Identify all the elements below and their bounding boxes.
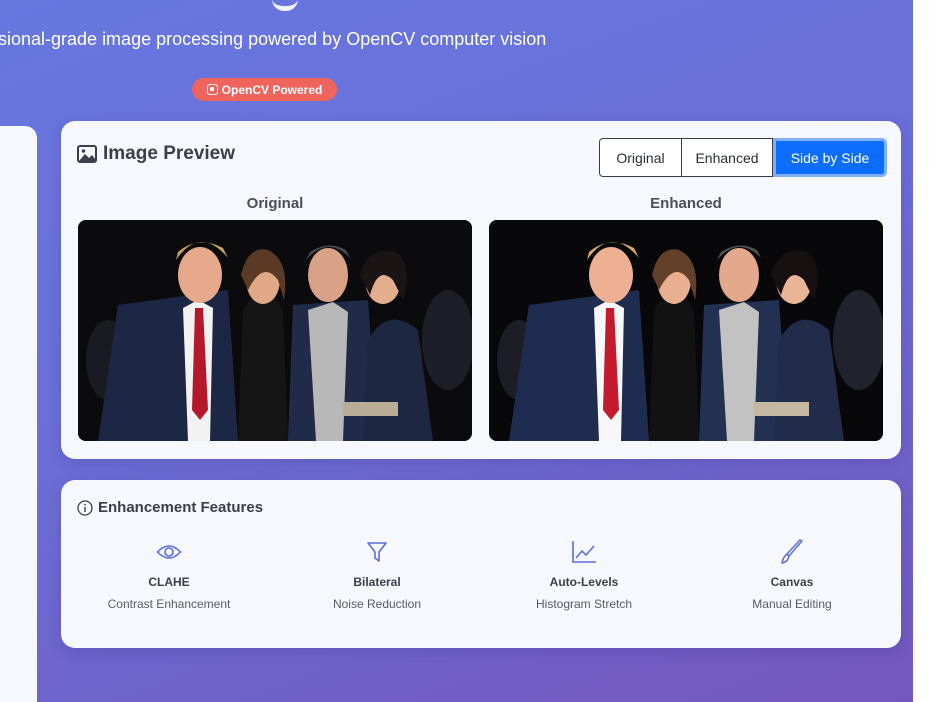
info-icon: [77, 499, 93, 516]
image-preview-title: Image Preview: [103, 143, 236, 164]
feature-bilateral: Bilateral Noise Reduction: [277, 538, 477, 611]
brush-icon: [781, 539, 803, 564]
chip-icon: [206, 84, 218, 95]
toggle-enhanced-button[interactable]: Enhanced: [682, 138, 773, 177]
enhanced-image: [489, 220, 883, 441]
enhancement-features-card: Enhancement Features CLAHE Contrast Enha…: [61, 480, 901, 648]
filter-icon: [367, 542, 387, 562]
view-toggle-group: Original Enhanced Side by Side: [599, 138, 887, 177]
feature-description: Manual Editing: [752, 597, 832, 611]
toggle-original-button[interactable]: Original: [599, 138, 682, 177]
feature-name: Auto-Levels: [549, 575, 619, 589]
feature-canvas: Canvas Manual Editing: [692, 538, 892, 611]
page-background: sional-grade image processing powered by…: [0, 0, 913, 702]
original-image: [78, 220, 472, 441]
toggle-side-by-side-button[interactable]: Side by Side: [773, 138, 887, 177]
page-title-fragment: [272, 0, 298, 11]
chart-line-icon: [572, 541, 596, 563]
opencv-badge: OpenCV Powered: [192, 78, 337, 101]
page-subtitle: sional-grade image processing powered by…: [0, 29, 547, 49]
feature-name: Bilateral: [353, 575, 401, 589]
feature-description: Histogram Stretch: [535, 597, 633, 611]
feature-description: Noise Reduction: [332, 597, 422, 611]
feature-auto-levels: Auto-Levels Histogram Stretch: [484, 538, 684, 611]
image-icon: [77, 145, 97, 163]
feature-clahe: CLAHE Contrast Enhancement: [69, 538, 269, 611]
eye-icon: [156, 545, 182, 559]
original-image-label: Original: [246, 195, 304, 212]
feature-description: Contrast Enhancement: [107, 597, 231, 611]
enhancement-features-title: Enhancement Features: [98, 499, 264, 516]
left-panel: [0, 126, 37, 702]
enhanced-image-label: Enhanced: [650, 195, 722, 212]
enhancement-features-heading: Enhancement Features: [77, 499, 263, 516]
image-preview-heading: Image Preview: [77, 143, 235, 165]
image-preview-card: Image Preview Original Enhanced Side by …: [61, 121, 901, 459]
right-edge-strip: [913, 0, 935, 702]
badge-label: OpenCV Powered: [221, 82, 323, 97]
feature-name: CLAHE: [148, 575, 190, 589]
feature-name: Canvas: [770, 575, 814, 589]
